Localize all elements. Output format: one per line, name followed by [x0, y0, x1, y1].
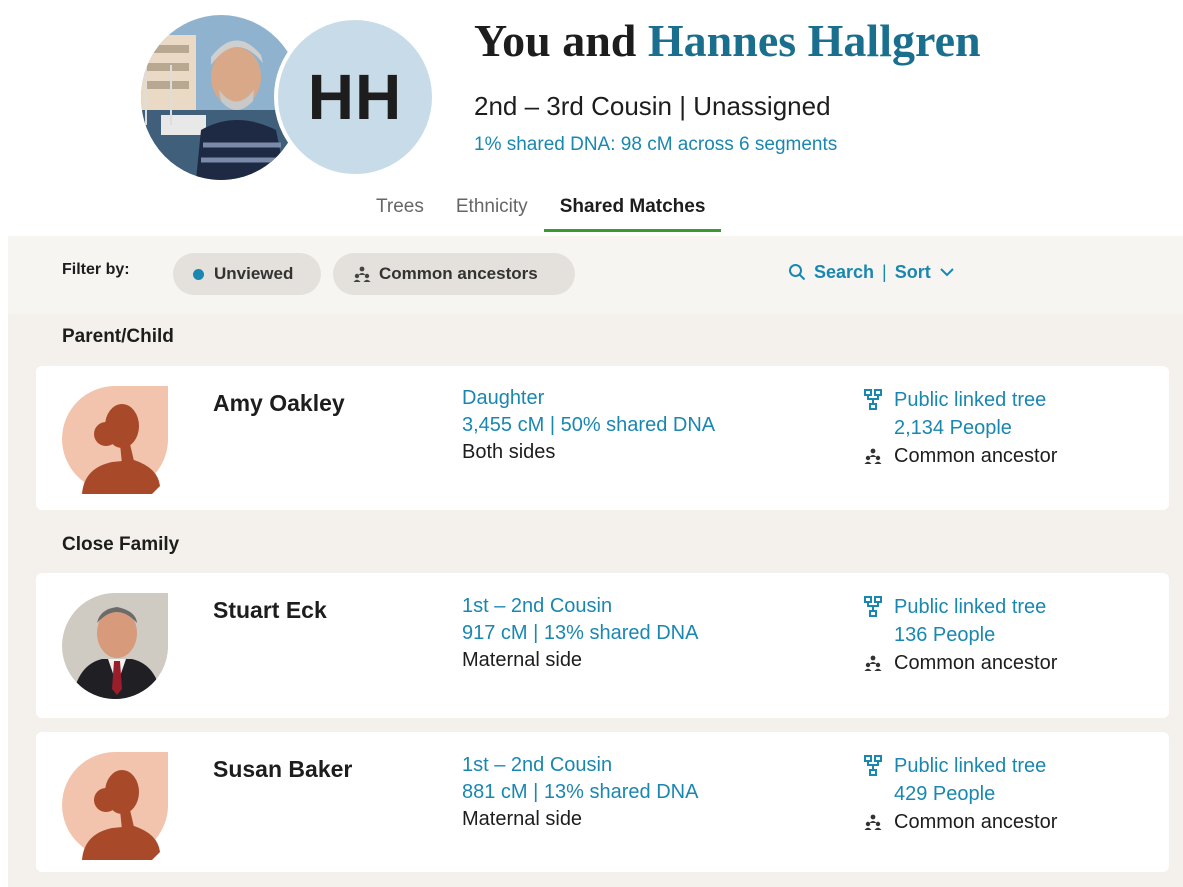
shared-dna-value[interactable]: 881 cM | 13% shared DNA [462, 779, 698, 806]
relationship-label: 2nd – 3rd Cousin | Unassigned [474, 91, 831, 121]
shared-dna-link[interactable]: 1% shared DNA: 98 cM across 6 segments [474, 134, 837, 156]
tab-trees[interactable]: Trees [360, 192, 440, 232]
sort-button[interactable]: Sort [895, 262, 931, 283]
tree-icon [862, 755, 884, 777]
tree-icon [862, 389, 884, 411]
match-photo-avatar[interactable] [62, 593, 168, 701]
match-tree-info: Public linked tree 136 People Common anc… [862, 593, 1057, 677]
shared-dna-value[interactable]: 917 cM | 13% shared DNA [462, 620, 698, 647]
tab-shared-matches[interactable]: Shared Matches [543, 192, 722, 232]
match-name[interactable]: Susan Baker [213, 756, 352, 783]
side-label: Maternal side [462, 649, 583, 671]
match-name[interactable]: Amy Oakley [213, 390, 345, 417]
side-label: Both sides [462, 441, 556, 463]
public-tree-link[interactable]: Public linked tree [894, 593, 1046, 621]
match-card[interactable]: Susan Baker 1st – 2nd Cousin 881 cM | 13… [36, 732, 1169, 872]
tree-people-count[interactable]: 136 People [894, 621, 995, 649]
search-button[interactable]: Search [814, 262, 874, 283]
match-card[interactable]: Amy Oakley Daughter 3,455 cM | 50% share… [36, 366, 1169, 510]
common-ancestor-label[interactable]: Common ancestor [894, 442, 1057, 470]
public-tree-link[interactable]: Public linked tree [894, 752, 1046, 780]
section-label-close-family: Close Family [62, 534, 180, 555]
filter-label: Filter by: [62, 261, 130, 278]
public-tree-link[interactable]: Public linked tree [894, 386, 1046, 414]
side-label: Maternal side [462, 808, 583, 830]
silhouette-avatar[interactable] [62, 752, 169, 860]
silhouette-avatar[interactable] [62, 386, 169, 494]
matches-list: Parent/Child Amy Oakley Daughter 3,455 c… [8, 314, 1183, 887]
tab-ethnicity[interactable]: Ethnicity [440, 192, 544, 232]
section-label-parent-child: Parent/Child [62, 326, 174, 347]
common-ancestor-icon [862, 811, 884, 833]
match-initials-avatar: HH [274, 16, 436, 178]
match-header: HH You and Hannes Hallgren 2nd – 3rd Cou… [0, 0, 1183, 236]
common-ancestor-label[interactable]: Common ancestor [894, 808, 1057, 836]
search-sort-separator: | [882, 261, 887, 282]
title-prefix: You and [474, 15, 637, 66]
relationship-link[interactable]: 1st – 2nd Cousin [462, 752, 698, 779]
search-icon[interactable] [788, 261, 806, 283]
common-ancestor-icon [862, 445, 884, 467]
match-name[interactable]: Stuart Eck [213, 597, 327, 624]
page-title: You and Hannes Hallgren [474, 14, 981, 67]
common-ancestor-icon [862, 652, 884, 674]
unviewed-dot-icon [193, 268, 204, 280]
unviewed-chip-label: Unviewed [214, 264, 294, 283]
relationship-link[interactable]: 1st – 2nd Cousin [462, 593, 698, 620]
match-tree-info: Public linked tree 2,134 People Common a… [862, 386, 1057, 470]
filter-bar: Filter by: Unviewed Common ancestors Sea… [8, 236, 1183, 314]
search-sort-controls: Search | Sort [788, 261, 955, 283]
shared-dna-value[interactable]: 3,455 cM | 50% shared DNA [462, 412, 715, 439]
people-group-icon [353, 263, 371, 285]
tab-bar: Trees Ethnicity Shared Matches [360, 192, 722, 232]
match-relationship-info: Daughter 3,455 cM | 50% shared DNA Both … [462, 385, 715, 466]
match-tree-info: Public linked tree 429 People Common anc… [862, 752, 1057, 836]
tree-people-count[interactable]: 429 People [894, 780, 995, 808]
tree-people-count[interactable]: 2,134 People [894, 414, 1012, 442]
common-ancestor-label[interactable]: Common ancestor [894, 649, 1057, 677]
common-ancestors-chip-label: Common ancestors [379, 264, 538, 283]
tree-icon [862, 596, 884, 618]
relationship-link[interactable]: Daughter [462, 385, 715, 412]
match-name-title[interactable]: Hannes Hallgren [648, 15, 981, 66]
match-card[interactable]: Stuart Eck 1st – 2nd Cousin 917 cM | 13%… [36, 573, 1169, 718]
chevron-down-icon[interactable] [939, 261, 955, 283]
match-relationship-info: 1st – 2nd Cousin 881 cM | 13% shared DNA… [462, 752, 698, 833]
unviewed-filter-chip[interactable]: Unviewed [173, 253, 321, 295]
common-ancestors-filter-chip[interactable]: Common ancestors [333, 253, 575, 295]
match-relationship-info: 1st – 2nd Cousin 917 cM | 13% shared DNA… [462, 593, 698, 674]
